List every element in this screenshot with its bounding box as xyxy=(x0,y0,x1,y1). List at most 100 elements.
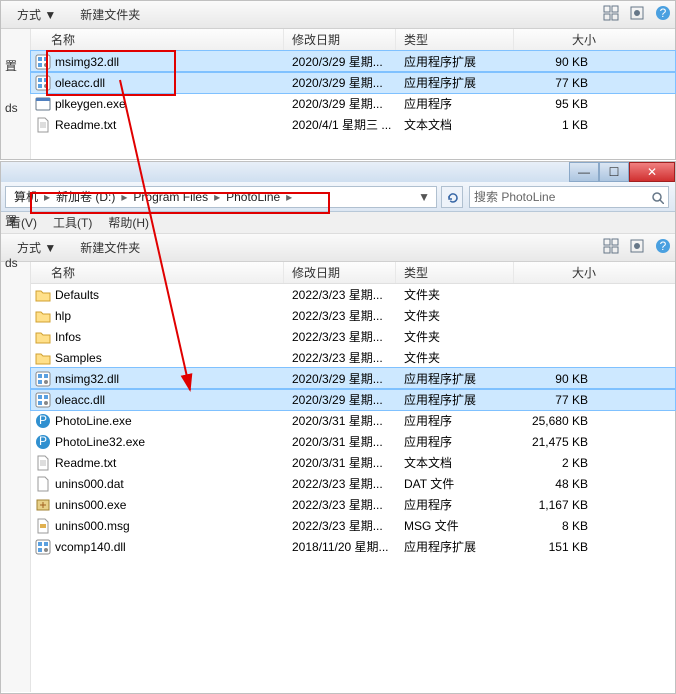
crumb-drive[interactable]: 新加卷 (D:) xyxy=(52,188,119,205)
view-details-icon[interactable] xyxy=(629,238,649,258)
file-type: 应用程序扩展 xyxy=(396,391,514,408)
file-type: 应用程序扩展 xyxy=(396,370,514,387)
file-row[interactable]: oleacc.dll2020/3/29 星期...应用程序扩展77 KB xyxy=(31,389,675,410)
crumb-computer[interactable]: 算机 xyxy=(10,188,42,205)
sidebar-item-settings[interactable]: 置 xyxy=(5,57,17,74)
file-name: Readme.txt xyxy=(55,118,284,132)
maximize-button[interactable]: ☐ xyxy=(599,162,629,182)
col-name[interactable]: 名称 xyxy=(31,29,284,50)
file-row[interactable]: Readme.txt2020/3/31 星期...文本文档2 KB xyxy=(31,452,675,473)
file-date: 2018/11/20 星期... xyxy=(284,538,396,555)
file-name: vcomp140.dll xyxy=(55,540,284,554)
file-size: 2 KB xyxy=(514,456,596,470)
dll-icon xyxy=(35,392,51,408)
new-folder-button[interactable]: 新建文件夹 xyxy=(72,235,148,260)
file-type: 文本文档 xyxy=(396,116,514,133)
new-folder-button[interactable]: 新建文件夹 xyxy=(72,2,148,27)
chevron-right-icon[interactable]: ▸ xyxy=(284,190,294,204)
col-size[interactable]: 大小 xyxy=(514,29,604,50)
file-date: 2020/3/31 星期... xyxy=(284,412,396,429)
col-size[interactable]: 大小 xyxy=(514,262,604,283)
file-type: 应用程序扩展 xyxy=(396,538,514,555)
file-date: 2020/4/1 星期三 ... xyxy=(284,116,396,133)
close-button[interactable]: ✕ xyxy=(629,162,675,182)
minimize-button[interactable]: — xyxy=(569,162,599,182)
sidebar-item-downloads[interactable]: ds xyxy=(5,101,18,115)
file-row[interactable]: Infos2022/3/23 星期...文件夹 xyxy=(31,326,675,347)
address-dropdown-icon[interactable]: ▼ xyxy=(412,190,436,204)
chevron-right-icon[interactable]: ▸ xyxy=(119,190,129,204)
menu-tools[interactable]: 工具(T) xyxy=(53,214,92,231)
sidebar-item-settings[interactable]: 置 xyxy=(5,212,17,229)
file-type: 文件夹 xyxy=(396,307,514,324)
file-row[interactable]: hlp2022/3/23 星期...文件夹 xyxy=(31,305,675,326)
view-thumbs-icon[interactable] xyxy=(603,5,623,25)
chevron-right-icon[interactable]: ▸ xyxy=(42,190,52,204)
view-thumbs-icon[interactable] xyxy=(603,238,623,258)
file-row[interactable]: plkeygen.exe2020/3/29 星期...应用程序95 KB xyxy=(31,93,675,114)
sidebar-item-downloads[interactable]: ds xyxy=(5,256,18,270)
pl-icon xyxy=(35,413,51,429)
col-type[interactable]: 类型 xyxy=(396,29,514,50)
file-name: oleacc.dll xyxy=(55,393,284,407)
top-nav-pane[interactable]: 置 ds xyxy=(1,29,31,159)
top-file-list[interactable]: 名称 修改日期 类型 大小 msimg32.dll2020/3/29 星期...… xyxy=(31,29,675,159)
file-row[interactable]: Defaults2022/3/23 星期...文件夹 xyxy=(31,284,675,305)
file-type: 应用程序 xyxy=(396,412,514,429)
bottom-toolbar: 方式 ▼ 新建文件夹 xyxy=(1,234,675,262)
organize-button[interactable]: 方式 ▼ xyxy=(9,2,64,27)
view-details-icon[interactable] xyxy=(629,5,649,25)
file-name: msimg32.dll xyxy=(55,372,284,386)
bottom-file-list[interactable]: 名称 修改日期 类型 大小 Defaults2022/3/23 星期...文件夹… xyxy=(31,262,675,692)
help-icon[interactable] xyxy=(655,5,675,25)
col-name[interactable]: 名称 xyxy=(31,262,284,283)
search-placeholder: 搜索 PhotoLine xyxy=(474,188,650,205)
file-name: plkeygen.exe xyxy=(55,97,284,111)
file-row[interactable]: vcomp140.dll2018/11/20 星期...应用程序扩展151 KB xyxy=(31,536,675,557)
help-icon[interactable] xyxy=(655,238,675,258)
file-type: 应用程序扩展 xyxy=(396,74,514,91)
dat-icon xyxy=(35,476,51,492)
file-size: 90 KB xyxy=(514,372,596,386)
file-date: 2022/3/23 星期... xyxy=(284,307,396,324)
file-row[interactable]: unins000.dat2022/3/23 星期...DAT 文件48 KB xyxy=(31,473,675,494)
file-type: 文件夹 xyxy=(396,349,514,366)
file-row[interactable]: PhotoLine32.exe2020/3/31 星期...应用程序21,475… xyxy=(31,431,675,452)
uninst-icon xyxy=(35,497,51,513)
chevron-right-icon[interactable]: ▸ xyxy=(212,190,222,204)
file-size: 21,475 KB xyxy=(514,435,596,449)
breadcrumb[interactable]: 算机▸ 新加卷 (D:)▸ Program Files▸ PhotoLine▸ … xyxy=(5,186,437,208)
col-date[interactable]: 修改日期 xyxy=(284,29,396,50)
file-row[interactable]: unins000.msg2022/3/23 星期...MSG 文件8 KB xyxy=(31,515,675,536)
col-type[interactable]: 类型 xyxy=(396,262,514,283)
file-name: Samples xyxy=(55,351,284,365)
file-row[interactable]: unins000.exe2022/3/23 星期...应用程序1,167 KB xyxy=(31,494,675,515)
folder-icon xyxy=(35,308,51,324)
crumb-progfiles[interactable]: Program Files xyxy=(129,190,212,204)
dll-icon xyxy=(35,539,51,555)
crumb-photoline[interactable]: PhotoLine xyxy=(222,190,284,204)
file-name: unins000.dat xyxy=(55,477,284,491)
file-row[interactable]: Readme.txt2020/4/1 星期三 ...文本文档1 KB xyxy=(31,114,675,135)
file-type: 文件夹 xyxy=(396,286,514,303)
search-input[interactable]: 搜索 PhotoLine xyxy=(469,186,669,208)
folder-icon xyxy=(35,329,51,345)
dll-icon xyxy=(35,75,51,91)
dll-icon xyxy=(35,371,51,387)
file-date: 2022/3/23 星期... xyxy=(284,475,396,492)
file-size: 151 KB xyxy=(514,540,596,554)
file-row[interactable]: msimg32.dll2020/3/29 星期...应用程序扩展90 KB xyxy=(31,368,675,389)
file-name: PhotoLine32.exe xyxy=(55,435,284,449)
refresh-button[interactable] xyxy=(441,186,463,208)
col-date[interactable]: 修改日期 xyxy=(284,262,396,283)
file-row[interactable]: oleacc.dll2020/3/29 星期...应用程序扩展77 KB xyxy=(31,72,675,93)
file-row[interactable]: PhotoLine.exe2020/3/31 星期...应用程序25,680 K… xyxy=(31,410,675,431)
bottom-nav-pane[interactable]: 置 ds xyxy=(1,262,31,692)
column-headers[interactable]: 名称 修改日期 类型 大小 xyxy=(31,262,675,284)
menu-help[interactable]: 帮助(H) xyxy=(108,214,149,231)
file-type: DAT 文件 xyxy=(396,475,514,492)
file-row[interactable]: msimg32.dll2020/3/29 星期...应用程序扩展90 KB xyxy=(31,51,675,72)
file-row[interactable]: Samples2022/3/23 星期...文件夹 xyxy=(31,347,675,368)
column-headers[interactable]: 名称 修改日期 类型 大小 xyxy=(31,29,675,51)
file-name: unins000.msg xyxy=(55,519,284,533)
